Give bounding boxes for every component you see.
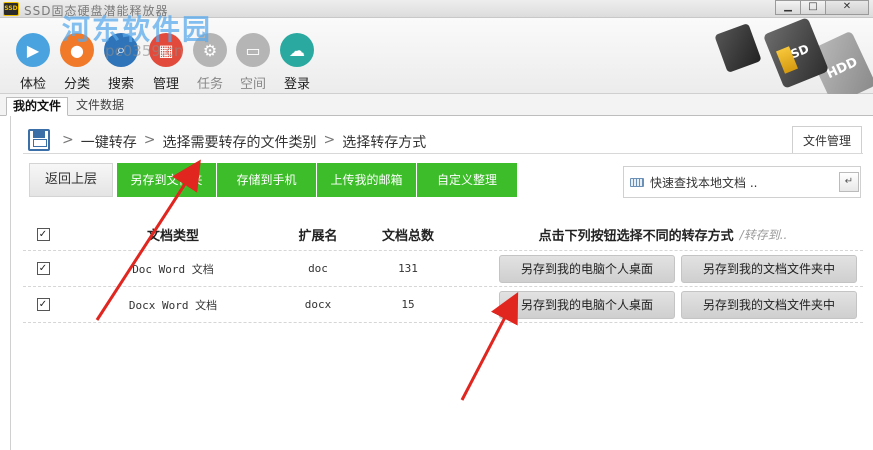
row-checkbox[interactable]: ✓ — [36, 298, 50, 311]
select-all-checkbox[interactable]: ✓ — [36, 228, 50, 241]
tab-file-data[interactable]: 文件数据 — [70, 97, 130, 116]
chevron-right-icon: > — [323, 132, 336, 148]
ext-text: docx — [304, 298, 332, 311]
count-text: 131 — [398, 262, 418, 275]
main-panel: > 一键转存 > 选择需要转存的文件类别 > 选择转存方式 文件管理 返回上层 … — [10, 116, 873, 450]
breadcrumb-item[interactable]: 选择需要转存的文件类别 — [162, 132, 316, 152]
row-check-cell: ✓ — [35, 287, 51, 322]
tool-label: 搜索 — [107, 77, 134, 92]
minimize-button[interactable]: ▁ — [775, 0, 801, 15]
type-cell: Docx Word 文档 — [83, 287, 263, 322]
count-cell: 15 — [353, 287, 463, 322]
close-button[interactable]: ✕ — [825, 0, 869, 15]
row-check-cell: ✓ — [35, 251, 51, 286]
save-to-documents-button[interactable]: 另存到我的文档文件夹中 — [681, 254, 857, 283]
title-bar: SSD SSD固态硬盘潜能释放器 ▁ □ ✕ — [0, 0, 873, 18]
tool-manage[interactable]: ▦ 管理 — [144, 33, 188, 92]
btn2-cell: 另存到我的文档文件夹中 — [681, 251, 857, 286]
breadcrumb: > 一键转存 > 选择需要转存的文件类别 > 选择转存方式 — [59, 132, 426, 152]
gear-icon: ⚙ — [193, 33, 227, 67]
header-choose-label: 点击下列按钮选择不同的转存方式 — [538, 229, 734, 244]
header-count-label: 文档总数 — [381, 229, 434, 244]
grid-icon: ▦ — [149, 33, 183, 67]
tab-bar: 我的文件 文件数据 — [0, 94, 873, 116]
tab-file-manager[interactable]: 文件管理 — [792, 126, 862, 154]
tool-label: 登录 — [283, 77, 310, 92]
search-input[interactable] — [650, 173, 830, 193]
type-text: Doc Word 文档 — [132, 262, 214, 276]
tool-login[interactable]: ☁ 登录 — [275, 33, 319, 92]
play-icon: ▶ — [16, 33, 50, 67]
type-cell: Doc Word 文档 — [83, 251, 263, 286]
table-header: ✓ 文档类型 扩展名 文档总数 点击下列按钮选择不同的转存方式 /转存到.. — [23, 219, 863, 251]
maximize-button[interactable]: □ — [800, 0, 826, 15]
keyboard-icon — [630, 178, 644, 187]
window-title: SSD固态硬盘潜能释放器 — [24, 4, 169, 18]
tool-search[interactable]: ⌕ 搜索 — [99, 33, 143, 92]
tool-label: 管理 — [152, 77, 179, 92]
row-checkbox[interactable]: ✓ — [36, 262, 50, 275]
chevron-right-icon: > — [62, 132, 74, 148]
tool-checkup[interactable]: ▶ 体检 — [11, 33, 55, 92]
header-choose: 点击下列按钮选择不同的转存方式 /转存到.. — [493, 219, 833, 250]
file-type-table: ✓ 文档类型 扩展名 文档总数 点击下列按钮选择不同的转存方式 /转存到.. ✓… — [23, 219, 863, 323]
tool-label: 任务 — [196, 77, 223, 92]
chevron-right-icon: > — [143, 132, 156, 148]
save-to-folder-button[interactable]: 另存到文件夹 — [117, 163, 217, 197]
upload-to-mail-button[interactable]: 上传我的邮箱 — [317, 163, 417, 197]
breadcrumb-item[interactable]: 一键转存 — [81, 132, 137, 152]
header-ext-label: 扩展名 — [298, 229, 338, 244]
count-cell: 131 — [353, 251, 463, 286]
header-type-label: 文档类型 — [146, 229, 199, 244]
card-icon: ▭ — [236, 33, 270, 67]
search-submit-button[interactable]: ↵ — [839, 172, 859, 192]
header-count: 文档总数 — [353, 219, 463, 250]
type-text: Docx Word 文档 — [128, 298, 218, 312]
save-to-documents-button[interactable]: 另存到我的文档文件夹中 — [681, 290, 857, 319]
main-toolbar: ▶ 体检 ● 分类 ⌕ 搜索 ▦ 管理 ⚙ 任务 ▭ 空间 ☁ 登录 HDD S… — [0, 17, 873, 106]
action-bar: 返回上层 另存到文件夹 存储到手机 上传我的邮箱 自定义整理 — [29, 163, 517, 197]
tool-task[interactable]: ⚙ 任务 — [188, 33, 232, 92]
hdd-label: HDD — [824, 54, 860, 82]
divider — [23, 153, 863, 154]
cloud-icon: ☁ — [280, 33, 314, 67]
save-to-desktop-button[interactable]: 另存到我的电脑个人桌面 — [499, 290, 675, 319]
tool-classify[interactable]: ● 分类 — [55, 33, 99, 92]
app-icon: SSD — [3, 2, 19, 16]
btn1-cell: 另存到我的电脑个人桌面 — [499, 251, 675, 286]
ext-text: doc — [308, 262, 328, 275]
tool-label: 分类 — [63, 77, 90, 92]
save-to-desktop-button[interactable]: 另存到我的电脑个人桌面 — [499, 254, 675, 283]
select-all-cell: ✓ — [35, 219, 51, 250]
tab-my-files[interactable]: 我的文件 — [6, 97, 69, 116]
save-to-phone-button[interactable]: 存储到手机 — [217, 163, 317, 197]
search-icon: ⌕ — [104, 33, 138, 67]
header-type: 文档类型 — [83, 219, 263, 250]
tool-label: 空间 — [239, 77, 266, 92]
app-logo: HDD SSD — [700, 17, 873, 106]
header-choose-hint: /转存到.. — [739, 228, 788, 242]
custom-organize-button[interactable]: 自定义整理 — [417, 163, 517, 197]
usb-drive-icon — [714, 23, 762, 73]
btn2-cell: 另存到我的文档文件夹中 — [681, 287, 857, 322]
table-row: ✓ Doc Word 文档 doc 131 另存到我的电脑个人桌面 另存到我的文… — [23, 251, 863, 287]
breadcrumb-item: 选择转存方式 — [342, 135, 427, 151]
btn1-cell: 另存到我的电脑个人桌面 — [499, 287, 675, 322]
back-button[interactable]: 返回上层 — [29, 163, 113, 197]
save-disk-icon — [28, 129, 50, 151]
table-row: ✓ Docx Word 文档 docx 15 另存到我的电脑个人桌面 另存到我的… — [23, 287, 863, 323]
count-text: 15 — [401, 298, 415, 311]
ssd-drive-icon: SSD — [762, 17, 830, 89]
tool-label: 体检 — [19, 77, 46, 92]
window-controls: ▁ □ ✕ — [775, 0, 869, 15]
pin-icon: ● — [60, 33, 94, 67]
search-box: ↵ — [623, 166, 861, 198]
tool-space[interactable]: ▭ 空间 — [231, 33, 275, 92]
